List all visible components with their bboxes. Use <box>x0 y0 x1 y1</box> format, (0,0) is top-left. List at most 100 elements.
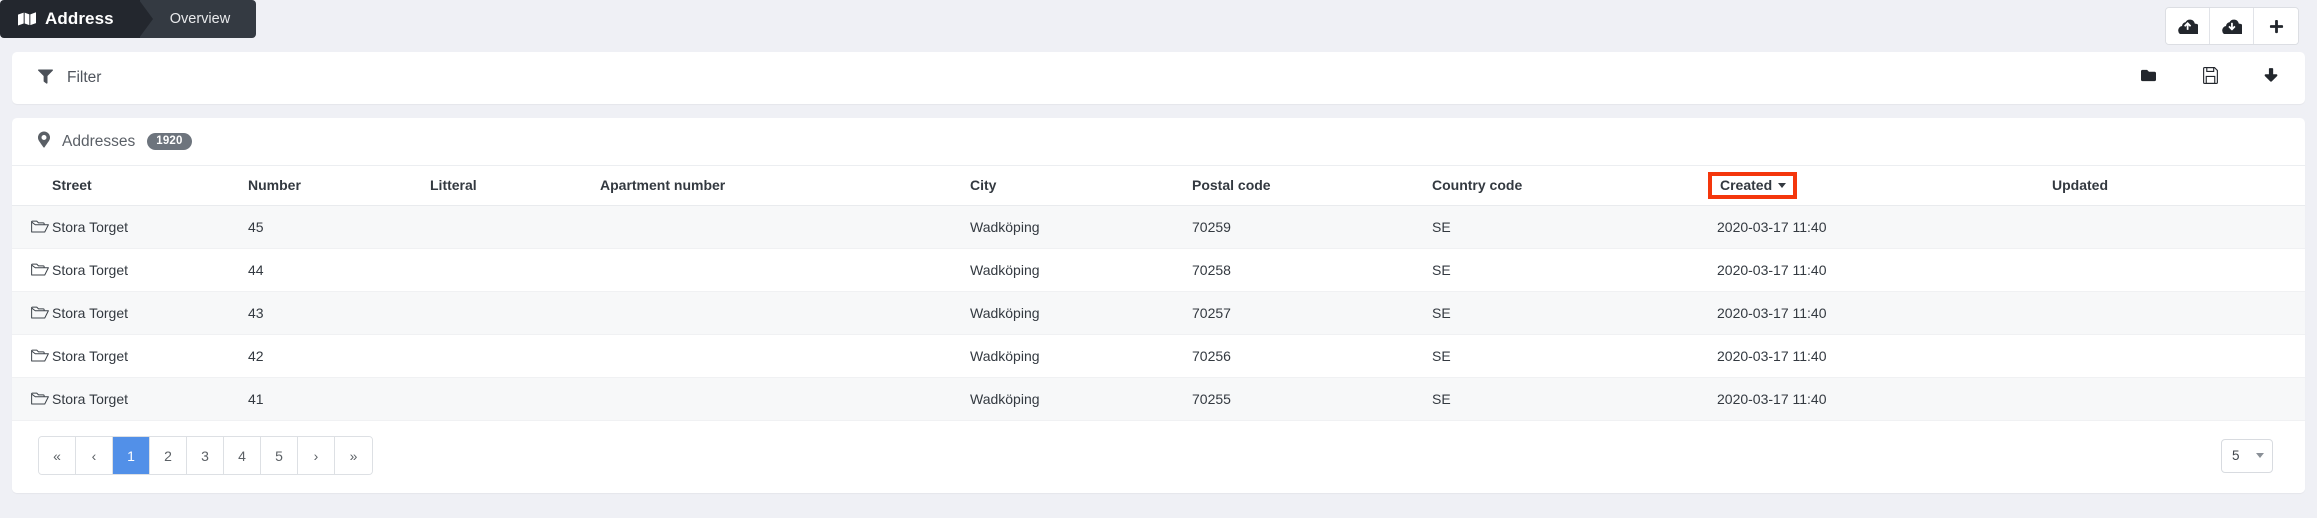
filter-actions <box>2139 67 2283 89</box>
cell-street: Stora Torget <box>52 334 248 378</box>
download-button[interactable] <box>2263 67 2279 89</box>
cell-city: Wadköping <box>970 377 1192 421</box>
table-row[interactable]: Stora Torget 44 Wadköping 70258 SE 2020-… <box>12 248 2305 292</box>
cell-postal-code: 70255 <box>1192 377 1432 421</box>
column-header-number[interactable]: Number <box>248 165 430 206</box>
cell-litteral <box>430 377 600 421</box>
open-folder-icon <box>30 305 49 321</box>
cell-litteral <box>430 291 600 335</box>
cell-created: 2020-03-17 11:40 <box>1717 291 2052 335</box>
cell-created: 2020-03-17 11:40 <box>1717 334 2052 378</box>
cell-updated <box>2052 248 2305 292</box>
cell-litteral <box>430 248 600 292</box>
column-header-street[interactable]: Street <box>52 165 248 206</box>
sorted-column-highlight: Created <box>1708 172 1798 199</box>
row-folder-cell[interactable] <box>12 248 52 292</box>
page-size-value: 5 <box>2232 448 2240 463</box>
breadcrumb-item-overview[interactable]: Overview <box>139 0 257 38</box>
addresses-title: Addresses <box>62 132 136 150</box>
cloud-download-button[interactable] <box>2210 8 2254 44</box>
table-body: Stora Torget 45 Wadköping 70259 SE 2020-… <box>12 205 2305 421</box>
column-header-created: Created <box>1708 165 2052 206</box>
column-header-apartment-number[interactable]: Apartment number <box>600 165 970 206</box>
pagination-prev[interactable]: ‹ <box>76 437 113 474</box>
breadcrumb-primary-label: Address <box>45 9 114 28</box>
cell-city: Wadköping <box>970 334 1192 378</box>
cell-postal-code: 70259 <box>1192 205 1432 249</box>
row-folder-cell[interactable] <box>12 334 52 378</box>
top-bar: Address Overview <box>0 0 2317 52</box>
cell-city: Wadköping <box>970 291 1192 335</box>
pagination-page-5[interactable]: 5 <box>261 437 298 474</box>
column-header-litteral[interactable]: Litteral <box>430 165 600 206</box>
table-row[interactable]: Stora Torget 42 Wadköping 70256 SE 2020-… <box>12 334 2305 378</box>
row-folder-cell[interactable] <box>12 205 52 249</box>
table-header-row: Street Number Litteral Apartment number … <box>12 165 2305 206</box>
cell-postal-code: 70257 <box>1192 291 1432 335</box>
cell-apartment-number <box>600 291 970 335</box>
page-size-select[interactable]: 5 <box>2221 438 2273 473</box>
pagination-page-1[interactable]: 1 <box>113 437 150 474</box>
cell-created: 2020-03-17 11:40 <box>1717 205 2052 249</box>
cell-country-code: SE <box>1432 248 1717 292</box>
row-folder-cell[interactable] <box>12 377 52 421</box>
table-row[interactable]: Stora Torget 43 Wadköping 70257 SE 2020-… <box>12 291 2305 335</box>
cloud-download-icon <box>2221 18 2242 34</box>
open-folder-icon <box>30 348 49 364</box>
cell-updated <box>2052 291 2305 335</box>
row-folder-cell[interactable] <box>12 291 52 335</box>
cell-litteral <box>430 334 600 378</box>
cell-country-code: SE <box>1432 377 1717 421</box>
cloud-upload-button[interactable] <box>2166 8 2210 44</box>
pagination-page-2[interactable]: 2 <box>150 437 187 474</box>
pagination-page-3[interactable]: 3 <box>187 437 224 474</box>
plus-icon <box>2269 19 2284 34</box>
cell-apartment-number <box>600 248 970 292</box>
cell-updated <box>2052 334 2305 378</box>
cell-city: Wadköping <box>970 205 1192 249</box>
addresses-count-badge: 1920 <box>147 133 192 150</box>
filter-toggle[interactable]: Filter <box>38 68 101 89</box>
column-header-created-sort-button[interactable]: Created <box>1708 172 1798 199</box>
pagination-last[interactable]: » <box>335 437 372 474</box>
pagination-first[interactable]: « <box>39 437 76 474</box>
filter-card: Filter <box>12 52 2305 104</box>
pagination: « ‹ 1 2 3 4 5 › » <box>38 436 373 475</box>
cell-city: Wadköping <box>970 248 1192 292</box>
save-button[interactable] <box>2202 67 2219 89</box>
cell-litteral <box>430 205 600 249</box>
pagination-page-4[interactable]: 4 <box>224 437 261 474</box>
open-folder-button[interactable] <box>2139 68 2158 88</box>
column-header-country-code[interactable]: Country code <box>1432 165 1717 206</box>
column-header-city[interactable]: City <box>970 165 1192 206</box>
filter-label: Filter <box>67 69 102 86</box>
column-header-postal-code[interactable]: Postal code <box>1192 165 1432 206</box>
chevron-down-icon <box>2256 453 2264 458</box>
breadcrumb-item-address[interactable]: Address <box>0 0 153 38</box>
cell-country-code: SE <box>1432 205 1717 249</box>
cell-updated <box>2052 205 2305 249</box>
cell-street: Stora Torget <box>52 205 248 249</box>
table-head: Street Number Litteral Apartment number … <box>12 165 2305 206</box>
filter-icon <box>38 68 53 89</box>
add-button[interactable] <box>2254 8 2298 44</box>
cell-number: 43 <box>248 291 430 335</box>
cell-apartment-number <box>600 334 970 378</box>
table-row[interactable]: Stora Torget 45 Wadköping 70259 SE 2020-… <box>12 205 2305 249</box>
cell-number: 44 <box>248 248 430 292</box>
map-icon <box>18 10 36 28</box>
column-header-created-label: Created <box>1720 177 1773 193</box>
download-arrow-icon <box>2263 67 2279 89</box>
cell-country-code: SE <box>1432 334 1717 378</box>
pagination-next[interactable]: › <box>298 437 335 474</box>
map-pin-icon <box>38 131 50 153</box>
open-folder-icon <box>30 219 49 235</box>
cell-number: 42 <box>248 334 430 378</box>
table-row[interactable]: Stora Torget 41 Wadköping 70255 SE 2020-… <box>12 377 2305 421</box>
addresses-card: Addresses 1920 Street Number Litteral Ap… <box>12 118 2305 493</box>
cell-street: Stora Torget <box>52 291 248 335</box>
column-header-updated[interactable]: Updated <box>2052 165 2305 206</box>
cell-number: 41 <box>248 377 430 421</box>
open-folder-icon <box>30 262 49 278</box>
cell-updated <box>2052 377 2305 421</box>
